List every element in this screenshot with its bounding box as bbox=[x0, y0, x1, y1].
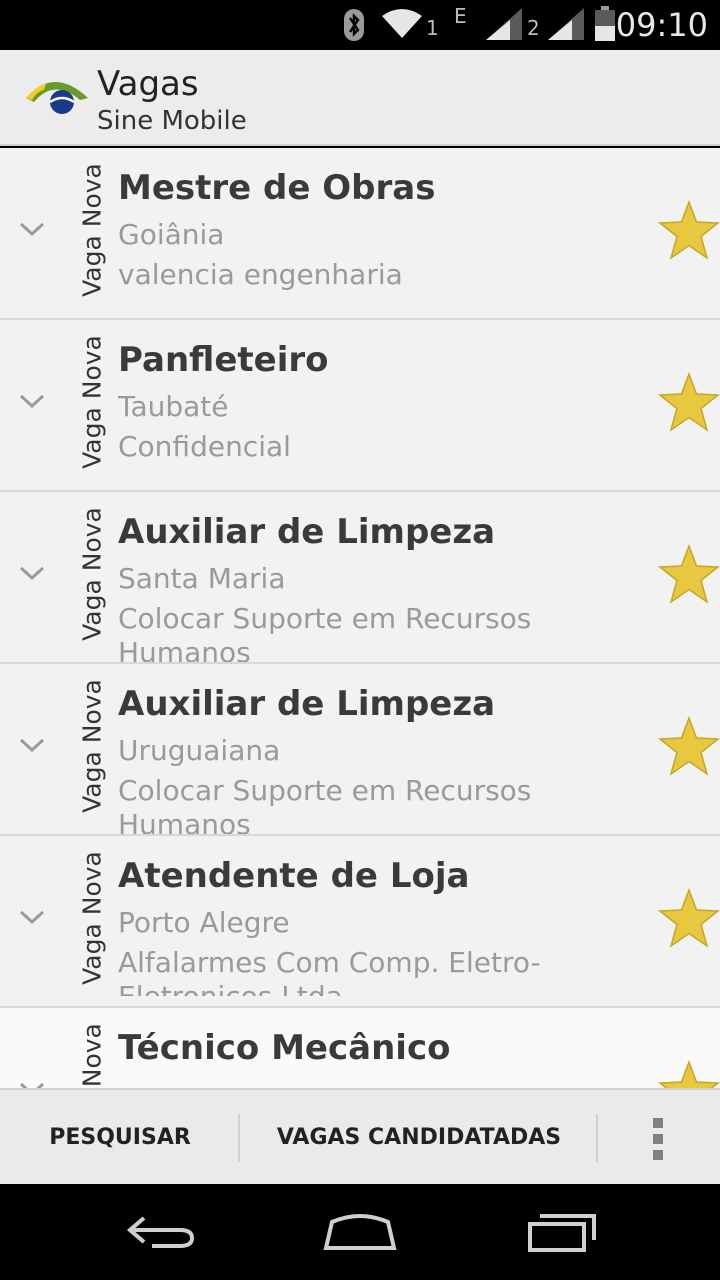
job-list-item[interactable]: Vaga Nova Panfleteiro Taubaté Confidenci… bbox=[0, 320, 720, 492]
network-type-label: E bbox=[454, 4, 467, 28]
applied-jobs-button[interactable]: VAGAS CANDIDATADAS bbox=[240, 1090, 598, 1186]
chevron-down-icon[interactable] bbox=[18, 736, 46, 754]
bluetooth-icon bbox=[344, 9, 364, 41]
star-favorite-icon[interactable] bbox=[658, 372, 720, 434]
chevron-down-icon[interactable] bbox=[18, 1080, 46, 1088]
back-icon[interactable] bbox=[124, 1208, 196, 1256]
job-city: Santa Maria bbox=[118, 562, 286, 595]
new-job-badge-label: Vaga Nova bbox=[77, 851, 107, 985]
job-list-item[interactable]: Vaga Nova Mestre de Obras Goiânia valenc… bbox=[0, 148, 720, 320]
job-city: Taubaté bbox=[118, 390, 229, 423]
signal-icon bbox=[548, 8, 584, 40]
overflow-menu-icon[interactable] bbox=[640, 1090, 680, 1186]
chevron-down-icon[interactable] bbox=[18, 908, 46, 926]
job-title: Técnico Mecânico bbox=[118, 1028, 451, 1068]
new-job-badge-label: Vaga Nova bbox=[77, 335, 107, 469]
app-title: Vagas bbox=[97, 64, 199, 104]
job-list[interactable]: Vaga Nova Mestre de Obras Goiânia valenc… bbox=[0, 148, 720, 1088]
job-company: Colocar Suporte em Recursos Humanos bbox=[118, 774, 532, 836]
job-city: Goiânia bbox=[118, 218, 225, 251]
new-job-badge: Vaga Nova bbox=[76, 676, 108, 816]
sine-logo-icon[interactable] bbox=[22, 72, 92, 122]
job-list-item[interactable]: Vaga Nova Auxiliar de Limpeza Uruguaiana… bbox=[0, 664, 720, 836]
job-company: Confidencial bbox=[118, 430, 291, 463]
job-title: Mestre de Obras bbox=[118, 168, 436, 208]
new-job-badge-label: Vaga Nova bbox=[77, 679, 107, 813]
sim2-label: 2 bbox=[527, 16, 540, 40]
clock: 09:10 bbox=[615, 6, 708, 44]
star-favorite-icon[interactable] bbox=[658, 716, 720, 778]
sim1-label: 1 bbox=[426, 16, 439, 40]
new-job-badge: Vaga Nova bbox=[76, 160, 108, 300]
job-list-item[interactable]: Vaga Nova Atendente de Loja Porto Alegre… bbox=[0, 836, 720, 1008]
star-favorite-icon[interactable] bbox=[658, 200, 720, 262]
job-title: Auxiliar de Limpeza bbox=[118, 684, 496, 724]
job-company: Alfalarmes Com Comp. Eletro-Eletronicos … bbox=[118, 946, 541, 996]
wifi-icon bbox=[382, 9, 422, 38]
job-city: Porto Alegre bbox=[118, 906, 290, 939]
chevron-down-icon[interactable] bbox=[18, 220, 46, 238]
new-job-badge-label: Vaga Nova bbox=[77, 507, 107, 641]
chevron-down-icon[interactable] bbox=[18, 392, 46, 410]
job-title: Atendente de Loja bbox=[118, 856, 470, 896]
app-subtitle: Sine Mobile bbox=[97, 106, 247, 136]
job-title: Auxiliar de Limpeza bbox=[118, 512, 496, 552]
new-job-badge: Vaga Nova bbox=[76, 1020, 108, 1088]
divider bbox=[596, 1114, 598, 1162]
job-company: valencia engenharia bbox=[118, 258, 403, 291]
action-bar: Vagas Sine Mobile bbox=[0, 50, 720, 146]
star-favorite-icon[interactable] bbox=[658, 1060, 720, 1088]
status-bar: 1 E 2 09:10 bbox=[0, 0, 720, 50]
new-job-badge: Vaga Nova bbox=[76, 848, 108, 988]
signal-icon bbox=[486, 8, 522, 40]
job-city: Uruguaiana bbox=[118, 734, 281, 767]
new-job-badge-label: Vaga Nova bbox=[77, 163, 107, 297]
home-icon[interactable] bbox=[322, 1208, 398, 1256]
navigation-bar bbox=[0, 1184, 720, 1280]
job-list-item[interactable]: Vaga Nova Auxiliar de Limpeza Santa Mari… bbox=[0, 492, 720, 664]
recent-apps-icon[interactable] bbox=[526, 1208, 598, 1256]
chevron-down-icon[interactable] bbox=[18, 564, 46, 582]
job-list-item[interactable]: Vaga Nova Técnico Mecânico bbox=[0, 1008, 720, 1088]
bottom-action-bar: PESQUISAR VAGAS CANDIDATADAS bbox=[0, 1088, 720, 1184]
job-company: Colocar Suporte em Recursos Humanos bbox=[118, 602, 532, 664]
new-job-badge-label: Vaga Nova bbox=[78, 1023, 107, 1088]
search-button[interactable]: PESQUISAR bbox=[0, 1090, 240, 1186]
star-favorite-icon[interactable] bbox=[658, 888, 720, 950]
new-job-badge: Vaga Nova bbox=[76, 504, 108, 644]
new-job-badge: Vaga Nova bbox=[76, 332, 108, 472]
battery-icon bbox=[595, 6, 615, 41]
star-favorite-icon[interactable] bbox=[658, 544, 720, 606]
job-title: Panfleteiro bbox=[118, 340, 329, 380]
